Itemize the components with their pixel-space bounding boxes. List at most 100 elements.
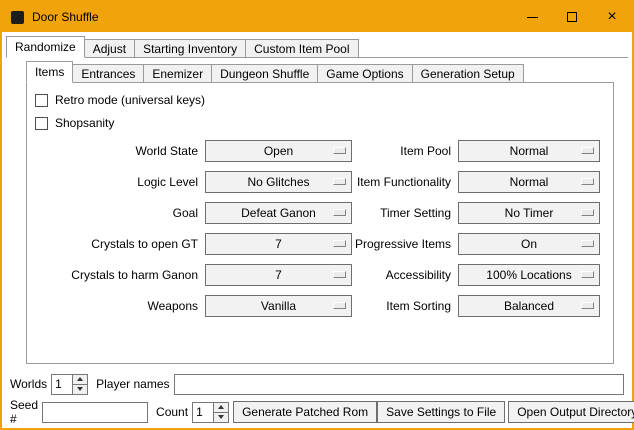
window-controls: × — [512, 2, 632, 32]
dropdown-indicator-icon — [581, 209, 594, 216]
tab-label: Enemizer — [152, 67, 203, 81]
tab-label: Dungeon Shuffle — [220, 67, 309, 81]
field-label: Crystals to open GT — [33, 237, 205, 251]
field-label: Goal — [33, 206, 205, 220]
minimize-button[interactable] — [512, 2, 552, 32]
field-label: Accessibility — [352, 268, 458, 282]
items-tab-pane: Retro mode (universal keys) Shopsanity W… — [26, 82, 614, 364]
dropdown-timer-setting[interactable]: No Timer — [458, 202, 600, 224]
tab-label: Adjust — [93, 42, 126, 56]
dropdown-indicator-icon — [581, 271, 594, 278]
outer-notebook: Randomize Adjust Starting Inventory Cust… — [6, 36, 628, 426]
open-output-directory-button[interactable]: Open Output Directory — [508, 401, 634, 423]
dropdown-indicator-icon — [333, 302, 346, 309]
tab-starting-inventory[interactable]: Starting Inventory — [134, 39, 246, 58]
titlebar[interactable]: Door Shuffle × — [2, 2, 632, 32]
option-row: Goal Defeat Ganon Timer Setting No Timer — [33, 202, 607, 224]
option-row: Logic Level No Glitches Item Functionali… — [33, 171, 607, 193]
dropdown-indicator-icon — [333, 178, 346, 185]
dropdown-indicator-icon — [581, 178, 594, 185]
field-label: Timer Setting — [352, 206, 458, 220]
worlds-spin-down[interactable] — [73, 385, 87, 394]
tab-adjust[interactable]: Adjust — [84, 39, 135, 58]
randomize-tab-pane: Items Entrances Enemizer Dungeon Shuffle… — [6, 57, 628, 426]
dropdown-value: Vanilla — [261, 299, 296, 313]
dropdown-accessibility[interactable]: 100% Locations — [458, 264, 600, 286]
seed-label: Seed # — [10, 398, 42, 426]
tab-items[interactable]: Items — [26, 61, 73, 83]
checkbox-icon — [35, 117, 48, 130]
tab-label: Custom Item Pool — [254, 42, 349, 56]
tab-randomize[interactable]: Randomize — [6, 36, 85, 58]
dropdown-value: Normal — [510, 175, 549, 189]
dropdown-value: Normal — [510, 144, 549, 158]
checkbox-retro-mode[interactable]: Retro mode (universal keys) — [35, 90, 607, 110]
tab-entrances[interactable]: Entrances — [72, 64, 144, 83]
option-row: Crystals to open GT 7 Progressive Items … — [33, 233, 607, 255]
seed-input[interactable] — [42, 402, 148, 423]
worlds-row: Worlds Player names — [10, 373, 624, 395]
tab-label: Items — [35, 65, 64, 79]
checkbox-icon — [35, 94, 48, 107]
count-label: Count — [156, 405, 192, 419]
tab-generation-setup[interactable]: Generation Setup — [412, 64, 524, 83]
tab-label: Entrances — [81, 67, 135, 81]
dropdown-indicator-icon — [333, 209, 346, 216]
dropdown-crystals-harm-ganon[interactable]: 7 — [205, 264, 352, 286]
count-spin-down[interactable] — [214, 413, 228, 422]
tab-game-options[interactable]: Game Options — [317, 64, 412, 83]
option-row: Crystals to harm Ganon 7 Accessibility 1… — [33, 264, 607, 286]
inner-notebook: Items Entrances Enemizer Dungeon Shuffle… — [26, 61, 614, 364]
dropdown-value: Open — [264, 144, 293, 158]
dropdown-world-state[interactable]: Open — [205, 140, 352, 162]
dropdown-weapons[interactable]: Vanilla — [205, 295, 352, 317]
dropdown-value: Balanced — [504, 299, 554, 313]
count-spin-up[interactable] — [214, 403, 228, 413]
player-names-label: Player names — [96, 377, 173, 391]
dropdown-value: No Timer — [505, 206, 554, 220]
maximize-button[interactable] — [552, 2, 592, 32]
close-button[interactable]: × — [592, 2, 632, 32]
count-spinner[interactable] — [192, 402, 229, 423]
dropdown-indicator-icon — [581, 240, 594, 247]
save-settings-button[interactable]: Save Settings to File — [377, 401, 505, 423]
dropdown-indicator-icon — [581, 147, 594, 154]
dropdown-logic-level[interactable]: No Glitches — [205, 171, 352, 193]
dropdown-goal[interactable]: Defeat Ganon — [205, 202, 352, 224]
dropdown-crystals-open-gt[interactable]: 7 — [205, 233, 352, 255]
dropdown-progressive-items[interactable]: On — [458, 233, 600, 255]
worlds-spin-up[interactable] — [73, 375, 87, 385]
field-label: Logic Level — [33, 175, 205, 189]
field-label: Crystals to harm Ganon — [33, 268, 205, 282]
maximize-icon — [567, 12, 577, 22]
tab-dungeon-shuffle[interactable]: Dungeon Shuffle — [211, 64, 318, 83]
dropdown-item-functionality[interactable]: Normal — [458, 171, 600, 193]
dropdown-value: 7 — [275, 237, 282, 251]
field-label: Item Sorting — [352, 299, 458, 313]
dropdown-item-sorting[interactable]: Balanced — [458, 295, 600, 317]
checkbox-label: Shopsanity — [55, 116, 114, 130]
close-icon: × — [607, 9, 616, 25]
bottom-bar: Worlds Player names Seed # Count — [10, 373, 624, 423]
worlds-input[interactable] — [52, 375, 72, 394]
dropdown-value: No Glitches — [247, 175, 309, 189]
player-names-input[interactable] — [174, 374, 625, 395]
worlds-spinner[interactable] — [51, 374, 88, 395]
option-row: Weapons Vanilla Item Sorting Balanced — [33, 295, 607, 317]
generate-patched-rom-button[interactable]: Generate Patched Rom — [233, 401, 377, 423]
tab-custom-item-pool[interactable]: Custom Item Pool — [245, 39, 358, 58]
inner-tab-bar: Items Entrances Enemizer Dungeon Shuffle… — [26, 61, 614, 83]
checkbox-shopsanity[interactable]: Shopsanity — [35, 113, 607, 133]
field-label: Weapons — [33, 299, 205, 313]
arrow-down-icon — [218, 415, 224, 419]
checkbox-label: Retro mode (universal keys) — [55, 93, 205, 107]
dropdown-item-pool[interactable]: Normal — [458, 140, 600, 162]
dropdown-indicator-icon — [333, 271, 346, 278]
options-grid: World State Open Item Pool Normal — [33, 140, 607, 317]
tab-enemizer[interactable]: Enemizer — [143, 64, 212, 83]
count-input[interactable] — [193, 403, 213, 422]
field-label: Progressive Items — [352, 237, 458, 251]
tab-label: Generation Setup — [421, 67, 515, 81]
spinner-arrows — [72, 375, 87, 394]
arrow-up-icon — [77, 377, 83, 381]
